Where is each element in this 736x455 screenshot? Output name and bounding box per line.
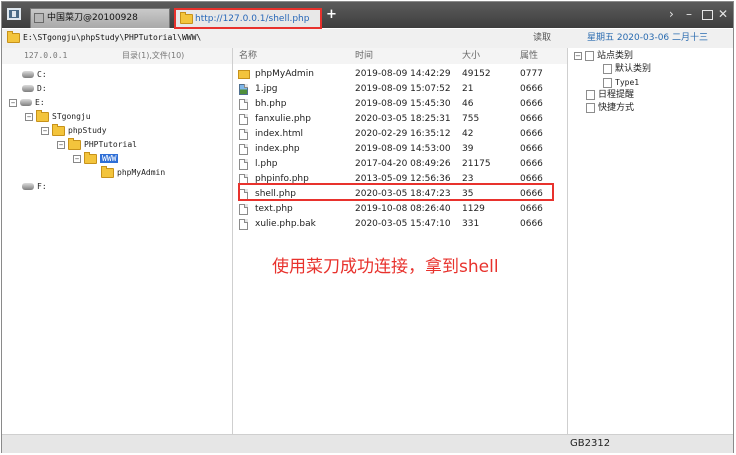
tab-main-label: 中国菜刀@20100928 — [47, 13, 138, 23]
sidebar-item-shortcuts[interactable]: 快捷方式 — [586, 102, 634, 115]
close-button[interactable]: ✕ — [718, 7, 728, 21]
sidebar-item-type1[interactable]: Type1 — [603, 76, 639, 89]
folder-icon — [180, 12, 193, 24]
folder-icon — [52, 123, 65, 136]
folder-icon — [7, 31, 20, 43]
tree-drive-e[interactable]: − E: — [9, 96, 45, 110]
collapse-toggle[interactable]: − — [574, 51, 582, 60]
address-bar: E:\STgongju\phpStudy\PHPTutorial\WWW\ 读取… — [2, 29, 733, 49]
directory-tree-pane: 127.0.0.1 目录(1),文件(10) C: D: − E: − STgong… — [2, 48, 233, 434]
tab-main[interactable]: 中国菜刀@20100928 — [30, 8, 170, 28]
title-bar: 中国菜刀@20100928 http://127.0.0.1/shell.php… — [2, 2, 733, 29]
tree-folder-phptutorial[interactable]: − PHPTutorial — [57, 137, 137, 152]
column-attr[interactable]: 属性 — [520, 48, 538, 64]
page-icon — [603, 63, 612, 74]
tree-header: 127.0.0.1 目录(1),文件(10) — [2, 48, 232, 64]
file-icon — [239, 144, 248, 155]
column-time[interactable]: 时间 — [355, 48, 373, 64]
maximize-button[interactable] — [702, 10, 713, 20]
collapse-toggle[interactable]: − — [57, 140, 65, 149]
file-icon — [239, 159, 248, 170]
sidebar-item-schedule[interactable]: 日程提醒 — [586, 89, 634, 102]
drive-icon — [20, 99, 32, 106]
file-icon — [239, 99, 248, 110]
file-icon — [239, 114, 248, 125]
sidebar-item-default-category[interactable]: 默认类别 — [603, 63, 651, 76]
tree-folder-phpmyadmin[interactable]: phpMyAdmin — [101, 165, 165, 180]
folder-icon — [84, 151, 97, 164]
drive-icon — [22, 71, 34, 78]
shell-highlight-box — [238, 183, 554, 201]
annotation-caption: 使用菜刀成功连接，拿到shell — [272, 257, 499, 277]
drive-icon — [22, 85, 34, 92]
shortcut-icon — [586, 102, 595, 113]
file-row[interactable]: fanxulie.php 2020-03-05 18:25:31 755 0666 — [233, 112, 567, 127]
folder-icon — [36, 109, 49, 122]
image-file-icon — [239, 84, 248, 95]
file-icon — [239, 204, 248, 215]
item-count: 目录(1),文件(10) — [122, 51, 185, 60]
app-window: 中国菜刀@20100928 http://127.0.0.1/shell.php… — [1, 1, 734, 453]
collapse-toggle[interactable]: − — [73, 154, 81, 163]
column-name[interactable]: 名称 — [239, 48, 257, 64]
tree-folder-stgongju[interactable]: − STgongju — [25, 109, 91, 124]
app-logo-icon — [7, 8, 21, 20]
new-tab-button[interactable]: + — [326, 8, 337, 22]
tree-drive-c[interactable]: C: — [22, 68, 47, 82]
category-icon — [585, 50, 594, 61]
page-icon — [603, 77, 612, 88]
status-bar: GB2312 — [2, 434, 733, 453]
tab-shell-label: http://127.0.0.1/shell.php — [195, 14, 310, 24]
tab-page-icon — [34, 13, 44, 23]
file-list-pane: 名称 时间 大小 属性 phpMyAdmin 2019-08-09 14:42:2… — [233, 48, 568, 434]
date-label: 星期五 2020-03-06 二月十三 — [586, 33, 709, 43]
sidebar-pane: − 站点类别 默认类别 Type1 日程提醒 快捷方式 — [568, 48, 733, 434]
file-row[interactable]: index.html 2020-02-29 16:35:12 42 0666 — [233, 127, 567, 142]
folder-icon — [101, 165, 114, 178]
file-row[interactable]: 1.jpg 2019-08-09 15:07:52 21 0666 — [233, 82, 567, 97]
tree-drive-d[interactable]: D: — [22, 82, 47, 96]
file-row[interactable]: l.php 2017-04-20 08:49:26 21175 0666 — [233, 157, 567, 172]
tree-folder-www[interactable]: − WWW — [73, 151, 119, 166]
file-list-header: 名称 时间 大小 属性 — [233, 48, 567, 64]
folder-icon — [68, 137, 81, 150]
collapse-toggle[interactable]: − — [25, 112, 33, 121]
collapse-toggle[interactable]: − — [41, 126, 49, 135]
chevron-right-icon[interactable]: › — [669, 7, 674, 21]
file-row[interactable]: text.php 2019-10-08 08:26:40 1129 0666 — [233, 202, 567, 217]
sidebar-item-site-category[interactable]: − 站点类别 — [574, 50, 633, 63]
file-row[interactable]: index.php 2019-08-09 14:53:00 39 0666 — [233, 142, 567, 157]
minimize-button[interactable]: – — [686, 7, 692, 21]
path-input[interactable]: E:\STgongju\phpStudy\PHPTutorial\WWW\ — [23, 31, 523, 45]
collapse-toggle[interactable]: − — [9, 98, 17, 107]
column-size[interactable]: 大小 — [462, 48, 480, 64]
calendar-icon — [586, 89, 595, 100]
drive-icon — [22, 183, 34, 190]
host-ip: 127.0.0.1 — [24, 51, 68, 60]
file-icon — [239, 219, 248, 230]
folder-icon — [238, 70, 250, 79]
file-row[interactable]: bh.php 2019-08-09 15:45:30 46 0666 — [233, 97, 567, 112]
encoding-label: GB2312 — [570, 438, 611, 449]
file-row[interactable]: xulie.php.bak 2020-03-05 15:47:10 331 0666 — [233, 217, 567, 232]
file-icon — [239, 129, 248, 140]
tab-shell[interactable]: http://127.0.0.1/shell.php — [174, 8, 322, 29]
tree-folder-phpstudy[interactable]: − phpStudy — [41, 123, 107, 138]
tree-drive-f[interactable]: F: — [22, 180, 47, 194]
file-row[interactable]: phpMyAdmin 2019-08-09 14:42:29 49152 0777 — [233, 67, 567, 82]
read-button[interactable]: 读取 — [522, 30, 562, 47]
